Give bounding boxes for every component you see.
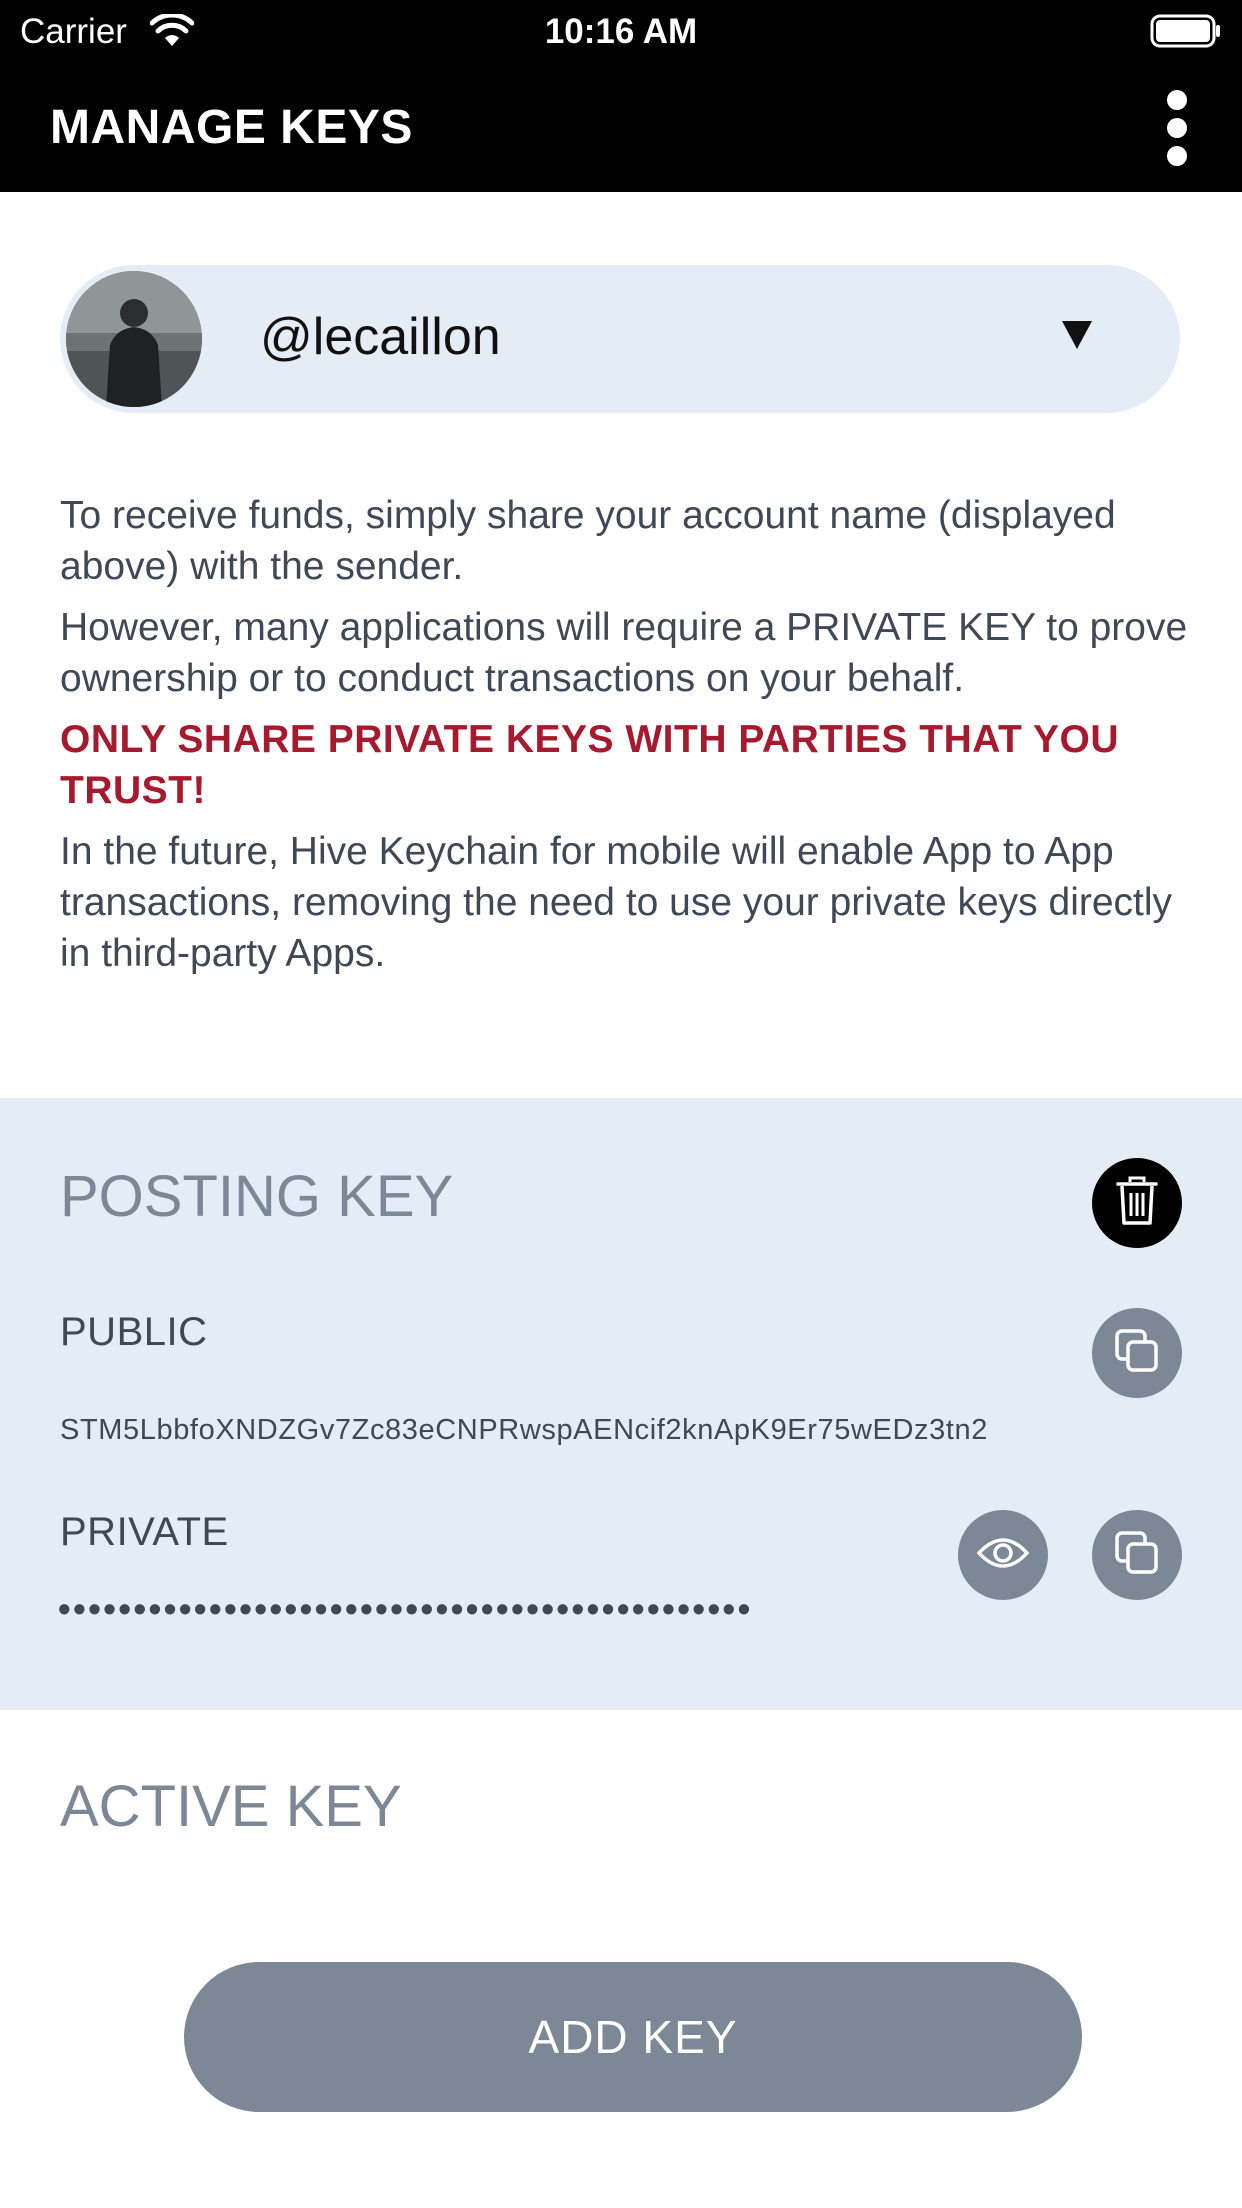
battery-icon bbox=[1150, 14, 1222, 48]
trash-icon bbox=[1115, 1176, 1159, 1231]
delete-key-button[interactable] bbox=[1092, 1158, 1182, 1248]
eye-icon bbox=[976, 1533, 1030, 1578]
public-key-label: PUBLIC bbox=[60, 1310, 208, 1354]
posting-key-title: POSTING KEY bbox=[60, 1164, 454, 1229]
private-key-masked: ••••••••••••••••••••••••••••••••••••••••… bbox=[58, 1588, 753, 1629]
copy-private-key-button[interactable] bbox=[1092, 1510, 1182, 1600]
info-text: To receive funds, simply share your acco… bbox=[60, 490, 1190, 989]
info-paragraph: However, many applications will require … bbox=[60, 606, 1188, 700]
reveal-private-key-button[interactable] bbox=[958, 1510, 1048, 1600]
more-vertical-icon[interactable] bbox=[1152, 86, 1202, 170]
app-header: MANAGE KEYS bbox=[0, 62, 1242, 192]
copy-public-key-button[interactable] bbox=[1092, 1308, 1182, 1398]
warning-text: ONLY SHARE PRIVATE KEYS WITH PARTIES THA… bbox=[60, 718, 1120, 812]
clock: 10:16 AM bbox=[544, 12, 698, 51]
copy-icon bbox=[1113, 1529, 1161, 1582]
info-paragraph: In the future, Hive Keychain for mobile … bbox=[60, 830, 1173, 975]
page-title: MANAGE KEYS bbox=[50, 101, 413, 154]
posting-key-section: POSTING KEY PUBLIC STM5LbbfoXNDZGv7Zc83e… bbox=[0, 1098, 1242, 1710]
caret-down-icon bbox=[1062, 321, 1092, 349]
menu-dot bbox=[1167, 146, 1187, 166]
add-key-button[interactable]: ADD KEY bbox=[184, 1962, 1082, 2112]
menu-dot bbox=[1167, 90, 1187, 110]
public-key-value: STM5LbbfoXNDZGv7Zc83eCNPRwspAENcif2knApK… bbox=[60, 1414, 988, 1446]
menu-dot bbox=[1167, 118, 1187, 138]
account-selector[interactable]: @lecaillon bbox=[60, 265, 1180, 413]
status-bar: Carrier 10:16 AM bbox=[0, 0, 1242, 62]
private-key-label: PRIVATE bbox=[60, 1510, 229, 1554]
info-paragraph: To receive funds, simply share your acco… bbox=[60, 494, 1116, 588]
account-name: @lecaillon bbox=[260, 308, 501, 366]
avatar bbox=[66, 271, 202, 407]
active-key-title: ACTIVE KEY bbox=[60, 1774, 402, 1839]
copy-icon bbox=[1113, 1327, 1161, 1380]
